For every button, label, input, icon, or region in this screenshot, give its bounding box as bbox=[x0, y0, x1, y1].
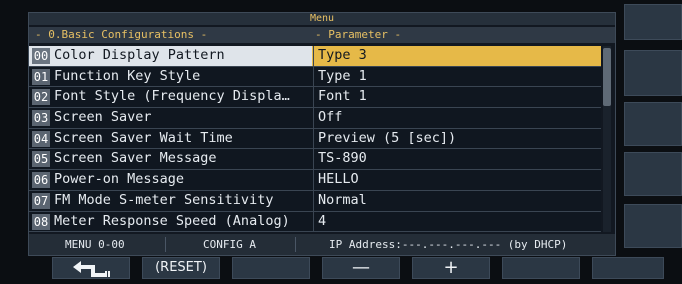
menu-item-value: TS-890 bbox=[318, 150, 367, 167]
ip-address-label: IP Address:---.---.---.--- (by DHCP) bbox=[329, 238, 568, 251]
menu-item-name: FM Mode S-meter Sensitivity bbox=[54, 191, 274, 208]
menu-item-index: 06 bbox=[32, 172, 50, 189]
plus-button[interactable]: + bbox=[412, 257, 490, 279]
menu-item-03[interactable]: 03 Screen Saver Off bbox=[29, 108, 601, 129]
menu-item-index: 04 bbox=[32, 130, 50, 147]
menu-item-04[interactable]: 04 Screen Saver Wait Time Preview (5 [se… bbox=[29, 128, 601, 150]
reset-button[interactable]: (RESET) bbox=[142, 257, 220, 279]
status-divider bbox=[165, 237, 166, 252]
menu-item-index: 01 bbox=[32, 68, 50, 85]
side-key-2[interactable] bbox=[624, 50, 682, 96]
menu-item-05[interactable]: 05 Screen Saver Message TS-890 bbox=[29, 149, 601, 171]
radio-display: Menu - 0.Basic Configurations - - Parame… bbox=[0, 0, 682, 284]
function-key-3[interactable] bbox=[232, 257, 310, 279]
side-key-3[interactable] bbox=[624, 102, 682, 146]
menu-item-07[interactable]: 07 FM Mode S-meter Sensitivity Normal bbox=[29, 190, 601, 212]
menu-item-name: Color Display Pattern bbox=[54, 47, 225, 63]
menu-item-01[interactable]: 01 Function Key Style Type 1 bbox=[29, 66, 601, 88]
scrollbar-thumb[interactable] bbox=[603, 48, 611, 106]
status-divider bbox=[295, 237, 296, 252]
function-key-6[interactable] bbox=[502, 257, 580, 279]
menu-item-value: Font 1 bbox=[318, 88, 367, 105]
minus-button[interactable]: — bbox=[322, 257, 400, 279]
menu-item-name: Meter Response Speed (Analog) bbox=[54, 212, 290, 229]
back-button[interactable] bbox=[52, 257, 130, 279]
parameter-header: - Parameter - bbox=[315, 28, 402, 41]
menu-item-name: Screen Saver bbox=[54, 109, 152, 126]
side-key-5[interactable] bbox=[624, 204, 682, 248]
menu-range-label: MENU 0-00 bbox=[65, 238, 125, 251]
config-label: CONFIG A bbox=[203, 238, 256, 251]
menu-list: 00 Color Display Pattern Type 3 01 Funct… bbox=[29, 46, 615, 233]
menu-item-value: Normal bbox=[318, 191, 367, 208]
side-key-1[interactable] bbox=[624, 4, 682, 40]
menu-panel: Menu - 0.Basic Configurations - - Parame… bbox=[28, 12, 616, 256]
menu-item-name: Function Key Style bbox=[54, 67, 201, 84]
column-header: - 0.Basic Configurations - - Parameter - bbox=[29, 27, 615, 43]
plus-label: + bbox=[443, 257, 459, 278]
menu-item-08[interactable]: 08 Meter Response Speed (Analog) 4 bbox=[29, 211, 601, 233]
menu-item-value: Type 3 bbox=[318, 47, 367, 63]
menu-item-name: Power-on Message bbox=[54, 171, 185, 188]
menu-item-value: Type 1 bbox=[318, 67, 367, 84]
menu-item-index: 03 bbox=[32, 110, 50, 127]
menu-item-value: HELLO bbox=[318, 171, 359, 188]
back-arrow-icon bbox=[73, 261, 110, 277]
side-key-4[interactable] bbox=[624, 152, 682, 196]
menu-item-value: 4 bbox=[318, 212, 327, 229]
minus-label: — bbox=[352, 257, 370, 278]
menu-item-02[interactable]: 02 Font Style (Frequency Displa… Font 1 bbox=[29, 87, 601, 109]
menu-item-index: 00 bbox=[32, 48, 50, 64]
menu-item-name: Font Style (Frequency Displa… bbox=[54, 88, 290, 105]
menu-item-value: Off bbox=[318, 109, 343, 126]
menu-item-index: 08 bbox=[32, 213, 50, 230]
menu-item-index: 07 bbox=[32, 192, 50, 209]
menu-title: Menu bbox=[29, 13, 615, 25]
menu-item-index: 02 bbox=[32, 89, 50, 106]
menu-item-name: Screen Saver Message bbox=[54, 150, 217, 167]
section-header: - 0.Basic Configurations - bbox=[35, 28, 208, 41]
menu-item-index: 05 bbox=[32, 151, 50, 168]
function-key-7[interactable] bbox=[592, 257, 664, 279]
status-bar: MENU 0-00 CONFIG A IP Address:---.---.--… bbox=[29, 234, 615, 255]
column-divider bbox=[313, 46, 314, 232]
menu-item-06[interactable]: 06 Power-on Message HELLO bbox=[29, 170, 601, 191]
menu-item-value: Preview (5 [sec]) bbox=[318, 129, 457, 146]
menu-item-name: Screen Saver Wait Time bbox=[54, 129, 233, 146]
menu-item-00[interactable]: 00 Color Display Pattern Type 3 bbox=[29, 46, 601, 67]
